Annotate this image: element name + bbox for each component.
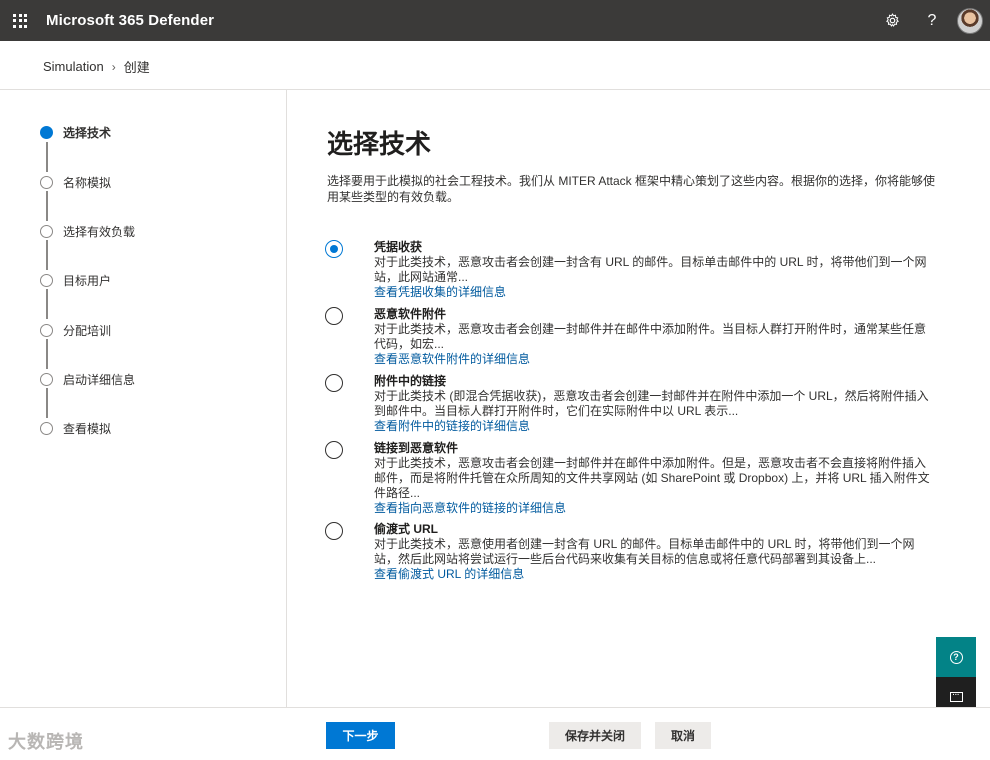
option-details-link[interactable]: 查看偷渡式 URL 的详细信息 (374, 567, 934, 582)
breadcrumb: Simulation › 创建 (43, 57, 150, 76)
option-description: 对于此类技术，恶意使用者创建一封含有 URL 的邮件。目标单击邮件中的 URL … (374, 537, 915, 566)
radio-button[interactable] (325, 522, 343, 540)
option-title: 附件中的链接 (374, 374, 447, 388)
settings-button[interactable] (872, 0, 912, 41)
step-connector (46, 191, 48, 221)
step-select-payload[interactable]: 选择有效负载 (40, 223, 135, 240)
step-connector (46, 289, 48, 319)
option-title: 偷渡式 URL (374, 522, 438, 536)
step-label: 查看模拟 (63, 422, 112, 436)
top-bar: Microsoft 365 Defender ? (0, 0, 990, 41)
help-icon: ? (927, 11, 937, 29)
step-label: 目标用户 (63, 274, 112, 288)
breadcrumb-item-simulation[interactable]: Simulation (43, 59, 104, 74)
step-label: 选择有效负载 (63, 225, 136, 239)
app-launcher-button[interactable] (0, 0, 40, 41)
waffle-icon (13, 13, 27, 28)
app-title[interactable]: Microsoft 365 Defender (46, 12, 214, 29)
help-fab-button[interactable]: ? (936, 637, 976, 677)
option-description: 对于此类技术 (即混合凭据收获)，恶意攻击者会创建一封邮件并在附件中添加一个 U… (374, 389, 929, 418)
step-select-technique[interactable]: 选择技术 (40, 124, 111, 141)
option-details-link[interactable]: 查看指向恶意软件的链接的详细信息 (374, 501, 934, 516)
chat-icon: ··· (949, 692, 963, 702)
step-name-simulation[interactable]: 名称模拟 (40, 174, 111, 191)
option-description: 对于此类技术，恶意攻击者会创建一封含有 URL 的邮件。目标单击邮件中的 URL… (374, 255, 927, 284)
step-target-users[interactable]: 目标用户 (40, 272, 111, 289)
wizard-stepper: 选择技术 名称模拟 选择有效负载 目标用户 分配培训 启动详细信息 查看模拟 (0, 90, 287, 707)
question-circle-icon: ? (949, 650, 963, 664)
step-label: 启动详细信息 (63, 373, 136, 387)
step-review-simulation[interactable]: 查看模拟 (40, 420, 111, 437)
breadcrumb-item-create: 创建 (123, 60, 150, 75)
step-connector (46, 339, 48, 369)
next-button[interactable]: 下一步 (326, 722, 395, 749)
step-label: 选择技术 (63, 126, 112, 140)
step-connector (46, 388, 48, 418)
option-title: 凭据收获 (374, 240, 423, 254)
step-dot-icon (40, 373, 53, 386)
radio-button[interactable] (325, 240, 343, 258)
option-title: 链接到恶意软件 (374, 441, 459, 455)
option-details-link[interactable]: 查看恶意软件附件的详细信息 (374, 352, 934, 367)
step-dot-icon (40, 126, 53, 139)
radio-button[interactable] (325, 374, 343, 392)
page-description: 选择要用于此模拟的社会工程技术。我们从 MITER Attack 框架中精心策划… (327, 174, 936, 204)
radio-button[interactable] (325, 307, 343, 325)
watermark-logo: 大数跨境 (8, 732, 84, 752)
cancel-button[interactable]: 取消 (655, 722, 711, 749)
step-dot-icon (40, 225, 53, 238)
step-dot-icon (40, 274, 53, 287)
step-dot-icon (40, 176, 53, 189)
page-title: 选择技术 (327, 129, 432, 159)
option-description: 对于此类技术，恶意攻击者会创建一封邮件并在邮件中添加附件。当目标人群打开附件时，… (374, 322, 927, 351)
main-panel: 选择技术 选择要用于此模拟的社会工程技术。我们从 MITER Attack 框架… (287, 90, 990, 707)
step-dot-icon (40, 324, 53, 337)
step-dot-icon (40, 422, 53, 435)
wizard-footer: 下一步 保存并关闭 取消 (0, 707, 990, 760)
step-assign-training[interactable]: 分配培训 (40, 322, 111, 339)
step-label: 名称模拟 (63, 176, 112, 190)
gear-icon (885, 13, 899, 27)
radio-button[interactable] (325, 441, 343, 459)
option-details-link[interactable]: 查看凭据收集的详细信息 (374, 285, 934, 300)
help-button[interactable]: ? (912, 0, 952, 41)
option-details-link[interactable]: 查看附件中的链接的详细信息 (374, 419, 934, 434)
step-connector (46, 142, 48, 172)
option-description: 对于此类技术，恶意攻击者会创建一封邮件并在邮件中添加附件。但是，恶意攻击者不会直… (374, 456, 930, 500)
chevron-right-icon: › (111, 59, 116, 74)
step-label: 分配培训 (63, 324, 112, 338)
step-launch-details[interactable]: 启动详细信息 (40, 371, 135, 388)
save-and-close-button[interactable]: 保存并关闭 (549, 722, 641, 749)
step-connector (46, 240, 48, 270)
avatar[interactable] (957, 7, 983, 34)
option-title: 恶意软件附件 (374, 307, 447, 321)
